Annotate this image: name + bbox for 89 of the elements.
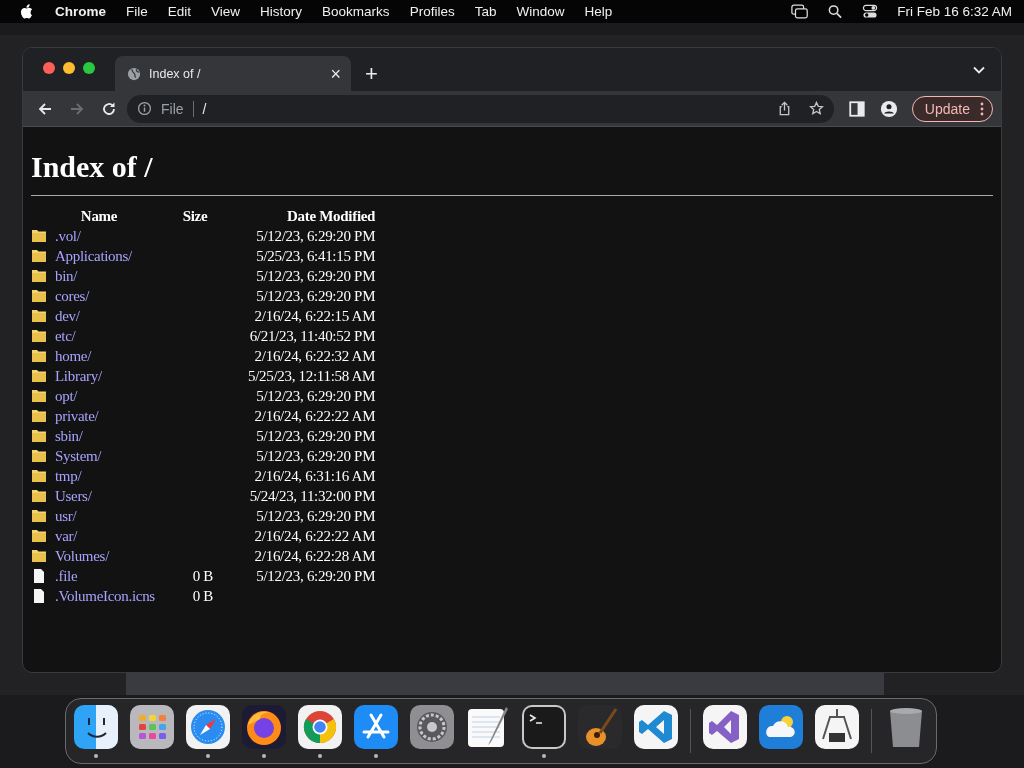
kebab-menu-icon[interactable] [980, 101, 984, 116]
menu-item[interactable]: Window [516, 4, 565, 19]
file-size: 0 B [192, 568, 213, 584]
profile-icon[interactable] [879, 99, 898, 118]
file-link[interactable]: cores/ [55, 288, 89, 304]
date-modified: 2/16/24, 6:22:28 AM [254, 548, 376, 564]
file-link[interactable]: home/ [55, 348, 91, 364]
scheme-label: File [161, 100, 184, 117]
file-link[interactable]: usr/ [55, 508, 77, 524]
menu-item[interactable]: Edit [167, 4, 192, 19]
terminal-icon[interactable] [522, 704, 566, 749]
file-link[interactable]: opt/ [55, 388, 78, 404]
tab-title: Index of / [149, 66, 202, 81]
code-editor-icon[interactable] [634, 704, 678, 749]
side-panel-icon[interactable] [847, 99, 866, 118]
file-link[interactable]: System/ [55, 448, 102, 464]
ring-icon[interactable] [298, 704, 342, 749]
column-header[interactable]: Size [182, 208, 208, 224]
date-modified: 5/12/23, 6:29:20 PM [256, 388, 376, 404]
file-link[interactable]: bin/ [55, 268, 78, 284]
compass-icon[interactable] [186, 704, 230, 749]
close-tab-button[interactable]: × [328, 64, 343, 83]
date-modified: 2/16/24, 6:22:22 AM [254, 408, 376, 424]
date-modified: 5/12/23, 6:29:20 PM [256, 288, 376, 304]
globe-icon[interactable] [242, 704, 286, 749]
date-modified: 5/24/23, 11:32:00 PM [249, 488, 376, 504]
grid-icon[interactable] [130, 704, 174, 749]
cloud-icon[interactable] [759, 704, 803, 749]
date-modified: 6/21/23, 11:40:52 PM [249, 328, 376, 344]
page-heading: Index of / [31, 149, 154, 185]
file-size: 0 B [192, 588, 213, 604]
info-icon[interactable] [137, 101, 152, 116]
file-link[interactable]: dev/ [55, 308, 80, 324]
date-modified: 5/25/23, 6:41:15 PM [256, 248, 376, 264]
menu-item[interactable]: Profiles [409, 4, 455, 19]
date-modified: 5/12/23, 6:29:20 PM [256, 568, 376, 584]
reload-icon[interactable] [101, 100, 117, 117]
file-link[interactable]: Library/ [55, 368, 102, 384]
file-link[interactable]: Volumes/ [55, 548, 109, 564]
date-modified: 5/12/23, 6:29:20 PM [256, 428, 376, 444]
menu-item[interactable]: File [126, 4, 148, 19]
date-modified: 2/16/24, 6:22:32 AM [254, 348, 376, 364]
file-link[interactable]: .vol/ [55, 228, 81, 244]
zoom-window-button[interactable] [83, 61, 95, 74]
caliper-icon[interactable] [815, 704, 859, 749]
new-tab-button[interactable]: + [365, 63, 378, 85]
menu-item[interactable]: View [211, 4, 241, 19]
file-link[interactable]: var/ [55, 528, 78, 544]
file-link[interactable]: private/ [55, 408, 99, 424]
date-modified: 2/16/24, 6:22:22 AM [254, 528, 376, 544]
notepad-icon[interactable] [466, 704, 510, 749]
date-modified: 2/16/24, 6:31:16 AM [254, 468, 376, 484]
file-link[interactable]: .VolumeIcon.icns [55, 588, 155, 604]
face-icon[interactable] [74, 704, 118, 749]
close-window-button[interactable] [43, 61, 55, 74]
letter-a-icon[interactable] [354, 704, 398, 749]
browser-tab[interactable]: Index of / × [115, 56, 351, 91]
date-modified: 5/12/23, 6:29:20 PM [256, 448, 376, 464]
back-icon[interactable] [37, 100, 53, 117]
date-modified: 2/16/24, 6:22:15 AM [254, 308, 376, 324]
file-link[interactable]: Applications/ [55, 248, 132, 264]
menu-item[interactable]: History [260, 4, 303, 19]
toggles-icon[interactable] [861, 4, 880, 19]
clock[interactable]: Fri Feb 16 6:32 AM [897, 4, 1012, 19]
file-link[interactable]: etc/ [55, 328, 76, 344]
date-modified: 5/12/23, 6:29:20 PM [256, 508, 376, 524]
file-link[interactable]: Users/ [55, 488, 92, 504]
menu-item[interactable]: Help [584, 4, 613, 19]
apple-icon[interactable] [20, 4, 33, 19]
minimize-window-button[interactable] [63, 61, 75, 74]
file-link[interactable]: sbin/ [55, 428, 83, 444]
gear-icon[interactable] [410, 704, 454, 749]
column-header[interactable]: Date Modified [287, 208, 376, 224]
file-link[interactable]: .file [55, 568, 78, 584]
chevron-down-icon[interactable] [973, 65, 985, 74]
menu-item[interactable]: Bookmarks [322, 4, 390, 19]
menu-item[interactable]: Tab [474, 4, 497, 19]
date-modified: 5/12/23, 6:29:20 PM [256, 268, 376, 284]
date-modified: 5/12/23, 6:29:20 PM [256, 228, 376, 244]
globe-icon [127, 66, 141, 81]
url-text: / [202, 100, 207, 117]
update-button[interactable]: Update [911, 95, 993, 122]
address-bar[interactable]: File / [127, 94, 834, 123]
date-modified: 5/25/23, 12:11:58 AM [247, 368, 376, 384]
column-header[interactable]: Name [80, 208, 118, 224]
windows-icon[interactable] [791, 4, 810, 19]
file-link[interactable]: tmp/ [55, 468, 82, 484]
star-icon[interactable] [808, 101, 824, 116]
menu-item[interactable]: Chrome [55, 4, 106, 19]
